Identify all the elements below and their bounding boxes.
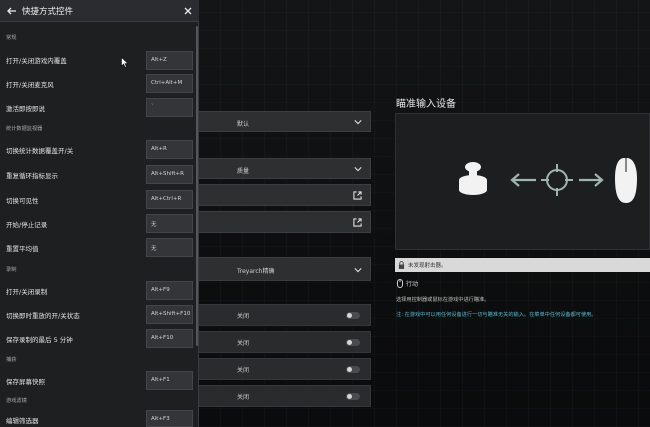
shortcut-key-value: Alt+F3 [151, 416, 170, 422]
settings-dropdown-aim[interactable]: Treyarch精确 [196, 257, 371, 281]
shortcut-key-field[interactable]: Alt+Z [146, 51, 193, 70]
aim-description: 选择用控制器或鼠标在游戏中进行瞄准。 [396, 297, 490, 303]
section-label-general: 常规 [6, 35, 17, 41]
toggle-state-label: 关闭 [237, 340, 250, 347]
section-label-filters: 游戏滤镜 [6, 398, 27, 404]
panel-scrollbar[interactable] [196, 26, 198, 346]
action-button[interactable]: 行动 [397, 279, 418, 288]
shortcut-label: 打开/关闭录制 [6, 288, 48, 296]
toggle-row[interactable]: 关闭 [196, 304, 371, 326]
shortcut-key-field[interactable]: Ctrl+Alt+M [146, 74, 193, 93]
toggle-row[interactable]: 关闭 [196, 331, 371, 353]
back-arrow-icon[interactable] [6, 5, 18, 17]
shortcut-label: 重复循环指标显示 [6, 172, 58, 180]
shortcut-label: 重置平均值 [6, 245, 39, 253]
settings-dropdown-default[interactable]: 默认 [196, 111, 371, 132]
shortcut-key-value: Alt+Shift+R [151, 171, 184, 177]
shortcut-key-field[interactable]: Alt+Shift+R [146, 165, 193, 184]
shortcut-key-value: Alt+F10 [151, 335, 174, 341]
shortcut-key-value: 无 [151, 246, 157, 252]
controller-to-mouse-icon [459, 158, 637, 203]
settings-external-link-1[interactable] [196, 184, 371, 206]
chevron-down-icon [354, 167, 362, 172]
aim-input-title: 瞄准输入设备 [396, 99, 456, 110]
external-link-icon [353, 218, 362, 227]
action-label: 行动 [406, 281, 419, 288]
chevron-down-icon [354, 120, 362, 125]
shortcut-key-value: Ctrl+Alt+M [151, 80, 183, 86]
dropdown-value: 质量 [237, 168, 250, 175]
shortcut-key-value: Alt+Shift+F10 [151, 311, 191, 317]
dropdown-value: Treyarch精确 [237, 268, 275, 275]
toggle-row[interactable]: 关闭 [196, 385, 371, 407]
aim-status-bar: 未发现射击器。 [395, 258, 650, 272]
aim-note: 注: 在游戏中可以用任何设备进行一切与瞄准无关的输入。在菜单中任何设备都可使用。 [396, 312, 597, 318]
dropdown-value: 默认 [237, 121, 250, 128]
shortcut-key-field[interactable]: Alt+F10 [146, 329, 193, 348]
shortcut-key-field[interactable]: Alt+Ctrl+R [146, 190, 193, 209]
toggle-switch[interactable] [346, 393, 360, 400]
shortcut-key-value: Alt+F9 [151, 287, 170, 293]
settings-dropdown-quality[interactable]: 质量 [196, 158, 371, 179]
shortcut-label: 编辑筛选器 [6, 417, 39, 425]
shortcut-label: 切换即时重放的开/关状态 [6, 312, 80, 320]
shortcut-key-field[interactable]: Alt+F3 [146, 410, 193, 427]
shortcut-label: 打开/关闭游戏内覆盖 [6, 57, 67, 65]
panel-header: 快捷方式控件 [0, 0, 199, 22]
toggle-state-label: 关闭 [237, 367, 250, 374]
shortcut-label: 开始/停止记录 [6, 221, 48, 229]
external-link-icon [353, 191, 362, 200]
shortcut-label: 切换统计数据覆盖开/关 [6, 147, 74, 155]
toggle-switch[interactable] [346, 312, 360, 319]
close-icon[interactable] [183, 6, 193, 16]
shortcut-key-field[interactable]: Alt+F9 [146, 281, 193, 300]
shortcut-label: 打开/关闭麦克风 [6, 81, 54, 89]
shortcut-key-value: Alt+R [151, 146, 167, 152]
settings-external-link-2[interactable] [196, 211, 371, 233]
shortcut-key-value: Alt+Ctrl+R [151, 196, 182, 202]
lock-icon [398, 261, 405, 269]
shortcut-label: 保存录制的最后 5 分钟 [6, 336, 73, 344]
panel-title: 快捷方式控件 [22, 7, 74, 17]
section-label-record: 录制 [6, 267, 17, 273]
section-label-capture: 捕获 [6, 357, 17, 363]
mouse-pointer-icon [121, 57, 129, 68]
toggle-state-label: 关闭 [237, 313, 250, 320]
shortcut-key-value: Alt+Z [151, 57, 167, 63]
toggle-switch[interactable] [346, 339, 360, 346]
shortcut-key-value: Alt+F1 [151, 377, 170, 383]
shortcut-key-field[interactable]: Alt+F1 [146, 371, 193, 390]
toggle-switch[interactable] [346, 366, 360, 373]
shortcut-key-value: ` [151, 104, 154, 110]
section-label-stats: 统计数据监视器 [6, 126, 43, 132]
shortcut-key-field[interactable]: 无 [146, 214, 193, 233]
aim-status-text: 未发现射击器。 [408, 263, 447, 269]
shortcut-label: 激活即按即说 [6, 105, 45, 113]
shortcut-key-field[interactable]: Alt+Shift+F10 [146, 305, 193, 324]
aim-input-illustration [395, 113, 650, 250]
shortcut-key-field[interactable]: ` [146, 98, 193, 117]
shortcut-label: 切换可见性 [6, 197, 39, 205]
shortcut-label: 保存屏幕快照 [6, 378, 45, 386]
shortcut-key-field[interactable]: 无 [146, 238, 193, 257]
shortcut-controls-panel: 快捷方式控件 常规 打开/关闭游戏内覆盖 Alt+Z 打开/关闭麦克风 Ctrl… [0, 0, 199, 427]
toggle-state-label: 关闭 [237, 394, 250, 401]
mouse-icon [397, 279, 403, 288]
shortcut-key-field[interactable]: Alt+R [146, 140, 193, 159]
chevron-down-icon [354, 268, 362, 273]
shortcut-key-value: 无 [151, 222, 157, 228]
toggle-row[interactable]: 关闭 [196, 358, 371, 380]
